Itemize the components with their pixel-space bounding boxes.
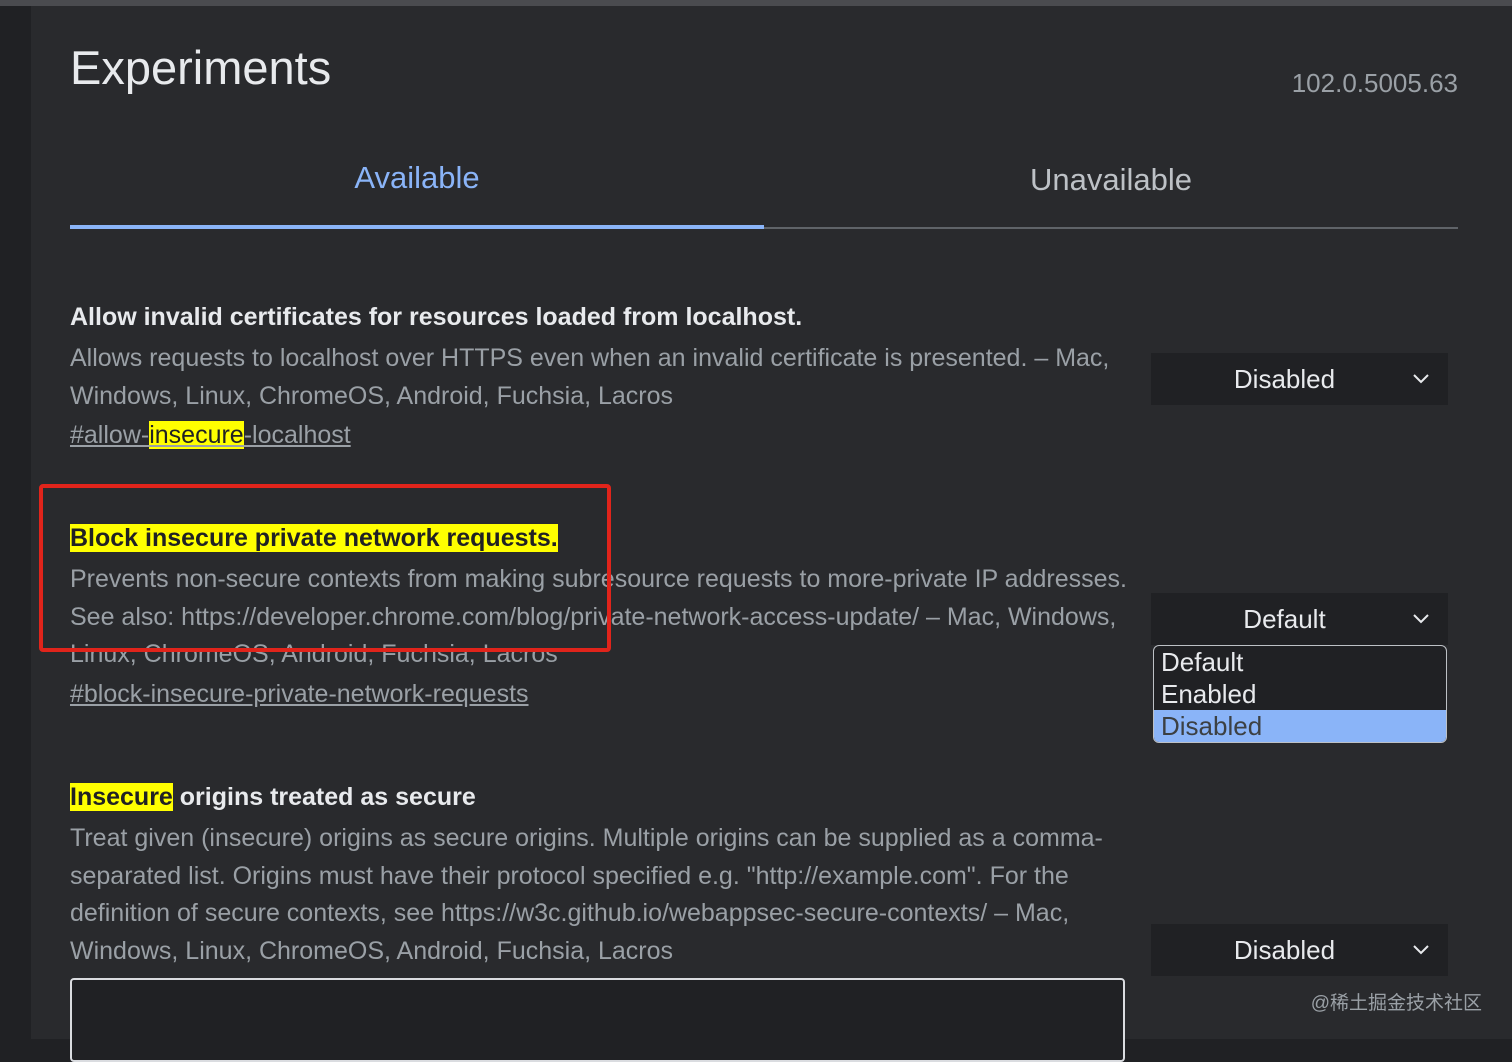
experiment-state-select[interactable]: Disabled	[1151, 353, 1448, 405]
experiment-state-select[interactable]: Disabled	[1151, 924, 1448, 976]
active-tab-indicator	[70, 225, 764, 229]
tab-available[interactable]: Available	[70, 160, 764, 196]
chevron-down-icon	[1413, 374, 1429, 384]
chevron-down-icon	[1413, 945, 1429, 955]
experiment-permalink[interactable]: #block-insecure-private-network-requests	[70, 680, 529, 709]
origins-textarea[interactable]	[70, 978, 1125, 1062]
option-default[interactable]: Default	[1154, 646, 1446, 678]
experiment-title: Allow invalid certificates for resources…	[70, 303, 803, 331]
page-title: Experiments	[70, 41, 332, 94]
version-label: 102.0.5005.63	[1291, 68, 1458, 98]
annotation-red-box	[39, 484, 611, 652]
experiment-insecure-origins-treated-as-secure: Insecure origins treated as secure Treat…	[70, 780, 1130, 970]
tab-unavailable[interactable]: Unavailable	[764, 162, 1458, 198]
experiment-description: Allows requests to localhost over HTTPS …	[70, 344, 1110, 410]
experiment-permalink[interactable]: #allow-insecure-localhost	[70, 421, 351, 450]
experiment-description: Treat given (insecure) origins as secure…	[70, 824, 1103, 965]
option-disabled[interactable]: Disabled	[1154, 710, 1446, 742]
option-enabled[interactable]: Enabled	[1154, 678, 1446, 710]
watermark: @稀土掘金技术社区	[1310, 993, 1482, 1014]
experiment-state-select[interactable]: Default	[1151, 593, 1448, 645]
experiment-title: Insecure origins treated as secure	[70, 783, 476, 811]
experiment-allow-insecure-localhost: Allow invalid certificates for resources…	[70, 300, 1130, 450]
select-options-list: Default Enabled Disabled	[1153, 645, 1447, 743]
chevron-down-icon	[1413, 614, 1429, 624]
